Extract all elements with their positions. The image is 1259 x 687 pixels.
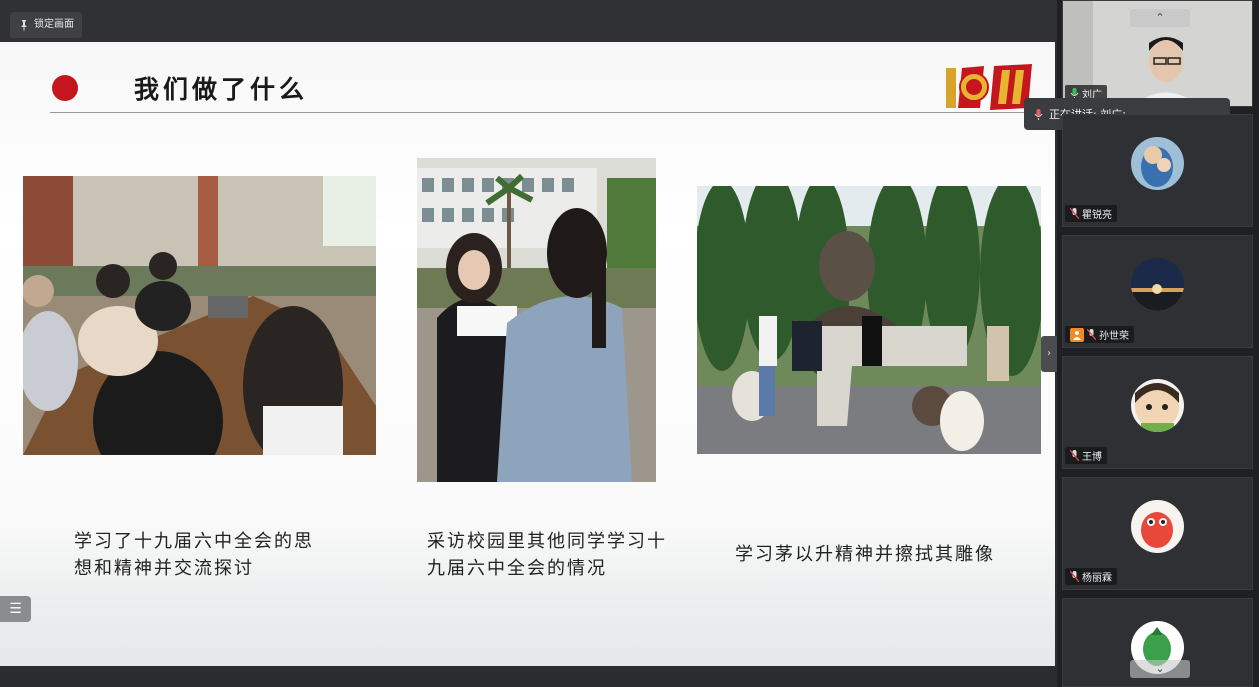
avatar <box>1131 137 1184 190</box>
participant-name-3: 孙世荣 <box>1065 326 1134 343</box>
caption-1: 学习了十九届六中全会的思 想和精神并交流探讨 <box>74 528 364 582</box>
caption-2: 采访校园里其他同学学习十 九届六中全会的情况 <box>427 528 717 582</box>
microphone-icon <box>1034 108 1043 120</box>
discussion-photo <box>23 176 376 455</box>
statue-photo <box>697 186 1041 454</box>
list-icon: ☰ <box>9 601 22 617</box>
chevron-right-icon: › <box>1047 348 1051 359</box>
title-bullet <box>52 75 78 101</box>
caption-1-line1: 学习了十九届六中全会的思 <box>74 531 314 552</box>
pin-icon <box>21 20 27 31</box>
participant-name-label: 杨丽霖 <box>1082 573 1112 584</box>
chevron-up-icon: ⌃ <box>1155 11 1165 24</box>
microphone-icon <box>1087 329 1096 340</box>
bottom-bar <box>0 666 1057 687</box>
title-divider <box>50 112 1030 113</box>
participant-tile-4[interactable]: 王博 <box>1062 356 1253 469</box>
slide-title: 我们做了什么 <box>134 75 309 104</box>
meeting-window: 锁定画面 我们做了什么 学习了十九届六中全会的思 想和精神并交流探讨 采访校园里… <box>0 0 1259 687</box>
microphone-icon <box>1070 571 1079 582</box>
microphone-icon <box>1070 450 1079 461</box>
lock-screen-button[interactable]: 锁定画面 <box>10 12 82 38</box>
shared-slide: 我们做了什么 学习了十九届六中全会的思 想和精神并交流探讨 采访校园里其他同学学… <box>0 42 1055 666</box>
interview-photo <box>417 158 656 482</box>
participant-tile-2[interactable]: 瞿锐亮 <box>1062 114 1253 227</box>
scroll-up-button[interactable]: ⌃ <box>1130 9 1190 27</box>
microphone-icon <box>1070 208 1079 219</box>
lock-screen-label: 锁定画面 <box>34 19 74 30</box>
caption-1-line2: 想和精神并交流探讨 <box>74 558 254 579</box>
caption-2-line1: 采访校园里其他同学学习十 <box>427 531 667 552</box>
participant-name-label: 瞿锐亮 <box>1082 210 1112 221</box>
caption-3: 学习茅以升精神并擦拭其雕像 <box>735 541 1035 568</box>
avatar <box>1131 258 1184 311</box>
participant-name-5: 杨丽霖 <box>1065 568 1117 585</box>
collapse-panel-button[interactable]: › <box>1041 336 1057 372</box>
participant-tile-3[interactable]: 孙世荣 <box>1062 235 1253 348</box>
avatar <box>1131 379 1184 432</box>
caption-2-line2: 九届六中全会的情况 <box>427 558 607 579</box>
participant-name-2: 瞿锐亮 <box>1065 205 1117 222</box>
participant-name-label: 孙世荣 <box>1099 331 1129 342</box>
scroll-down-button[interactable]: ⌄ <box>1130 660 1190 678</box>
top-toolbar: 锁定画面 <box>0 0 1057 42</box>
anniversary-emblem-logo <box>946 64 1032 110</box>
participant-tile-5[interactable]: 杨丽霖 <box>1062 477 1253 590</box>
chevron-down-icon: ⌄ <box>1155 662 1165 675</box>
slide-list-button[interactable]: ☰ <box>0 596 31 622</box>
participant-name-label: 王博 <box>1082 452 1102 463</box>
avatar <box>1131 500 1184 553</box>
caption-3-line1: 学习茅以升精神并擦拭其雕像 <box>735 544 995 565</box>
participant-name-4: 王博 <box>1065 447 1107 464</box>
host-badge-icon <box>1070 327 1084 342</box>
